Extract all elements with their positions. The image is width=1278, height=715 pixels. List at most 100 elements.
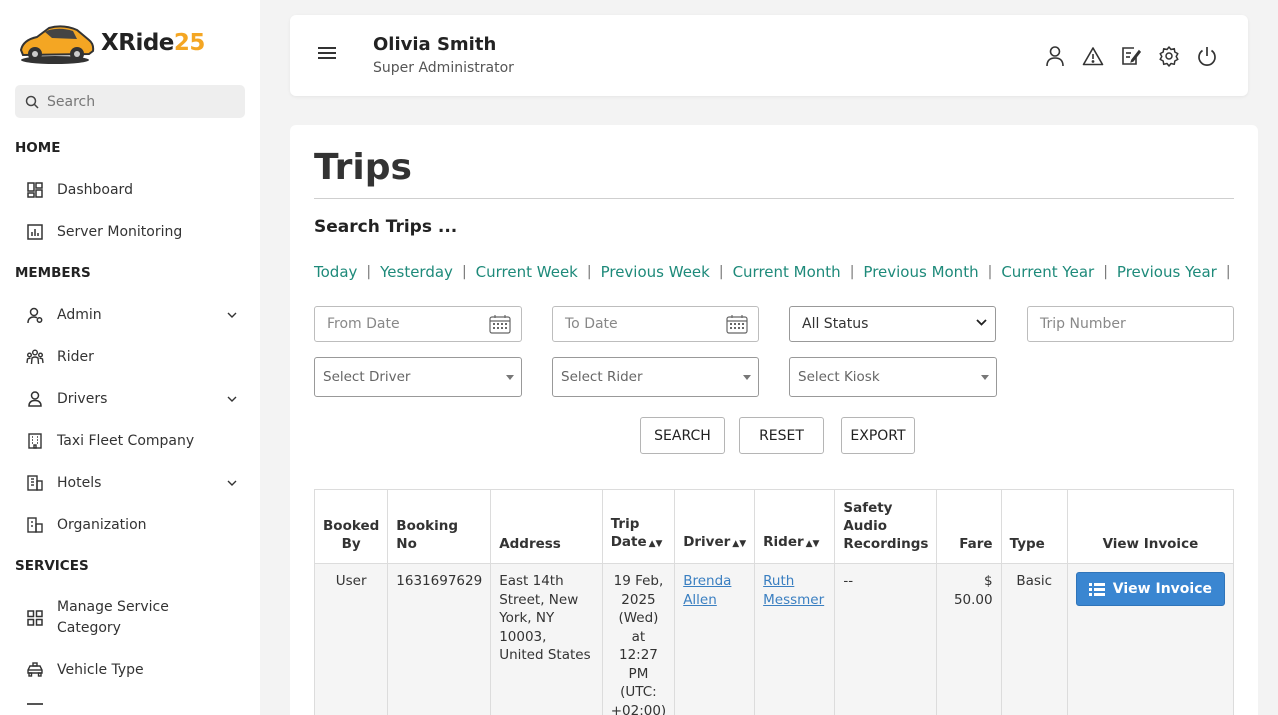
sidebar-item-label: Dashboard — [57, 182, 133, 198]
sort-icon[interactable]: ▲▼ — [649, 539, 663, 549]
driver-icon — [25, 389, 45, 409]
table-row: User 1631697629 East 14th Street, New Yo… — [313, 563, 1235, 715]
sidebar-search-input[interactable] — [47, 93, 227, 110]
col-safety-audio[interactable]: Safety Audio Recordings — [834, 489, 938, 564]
from-date-field[interactable]: From Date — [314, 306, 522, 342]
sidebar-item-vehicle-type[interactable]: Vehicle Type — [25, 660, 245, 680]
cell-safety-audio: -- — [834, 563, 938, 715]
col-type[interactable]: Type — [1000, 489, 1068, 564]
sidebar-item-rider[interactable]: Rider — [25, 347, 245, 367]
sidebar-item-admin[interactable]: Admin — [25, 305, 245, 325]
alert-icon[interactable] — [1082, 45, 1104, 67]
filter-today[interactable]: Today — [314, 263, 357, 281]
chevron-down-icon[interactable] — [227, 480, 237, 486]
filter-previous-year[interactable]: Previous Year — [1117, 263, 1217, 281]
reset-button[interactable]: RESET — [739, 417, 824, 454]
filter-current-month[interactable]: Current Month — [733, 263, 841, 281]
kiosk-select[interactable]: Select Kiosk — [789, 357, 997, 397]
filter-current-year[interactable]: Current Year — [1001, 263, 1094, 281]
view-invoice-button[interactable]: View Invoice — [1075, 572, 1225, 606]
sidebar-item-taxi-fleet-company[interactable]: Taxi Fleet Company — [25, 431, 245, 451]
driver-link[interactable]: Brenda Allen — [683, 573, 731, 608]
cell-fare: $ 50.00 — [936, 563, 1002, 715]
chart-icon — [25, 222, 45, 242]
trip-number-field[interactable]: Trip Number — [1027, 306, 1234, 342]
link-text: Messmer — [763, 591, 825, 608]
kiosk-placeholder: Select Kiosk — [798, 369, 880, 385]
page-title: Trips — [314, 147, 412, 188]
filter-current-week[interactable]: Current Week — [476, 263, 578, 281]
col-booking-no[interactable]: Booking No — [387, 489, 492, 564]
user-icon[interactable] — [1044, 45, 1066, 67]
cell-rider: Ruth Messmer — [754, 563, 836, 715]
car-logo-icon — [19, 25, 95, 64]
search-button[interactable]: SEARCH — [640, 417, 725, 454]
calendar-icon[interactable] — [489, 314, 511, 334]
to-date-field[interactable]: To Date — [552, 306, 759, 342]
rider-link[interactable]: Ruth Messmer — [763, 573, 824, 608]
filter-yesterday[interactable]: Yesterday — [380, 263, 453, 281]
brand-logo[interactable]: XRide25 — [15, 18, 205, 68]
sidebar-search[interactable] — [15, 85, 245, 118]
sort-icon[interactable]: ▲▼ — [732, 539, 746, 549]
calendar-icon[interactable] — [726, 314, 748, 334]
col-driver[interactable]: Driver ▲▼ — [674, 489, 756, 564]
col-trip-date[interactable]: Trip Date ▲▼ — [601, 489, 676, 564]
power-icon[interactable] — [1196, 45, 1218, 67]
col-address[interactable]: Address — [490, 489, 603, 564]
hamburger-menu-icon[interactable] — [318, 47, 336, 61]
separator: | — [461, 264, 467, 280]
sidebar-item-label: Rider — [57, 349, 94, 365]
sidebar: XRide25 HOME Dashboard Server Monitoring… — [0, 0, 260, 715]
rider-placeholder: Select Rider — [561, 369, 643, 385]
chevron-down-icon — [976, 319, 987, 326]
link-text: Allen — [683, 591, 717, 608]
separator: | — [1103, 264, 1108, 280]
trip-number-placeholder: Trip Number — [1040, 316, 1126, 332]
sidebar-item-server-monitoring[interactable]: Server Monitoring — [25, 222, 245, 242]
header-text: Type — [1009, 536, 1045, 552]
sidebar-item-manage-service-category[interactable]: Manage Service Category — [25, 597, 245, 639]
sort-icon[interactable]: ▲▼ — [806, 539, 820, 549]
sidebar-item-drivers[interactable]: Drivers — [25, 389, 245, 409]
sidebar-item-organization[interactable]: Organization — [25, 515, 245, 535]
grid-icon — [25, 608, 45, 628]
sidebar-item-label: Manage Service Category — [57, 597, 169, 639]
trips-card: Trips Search Trips ... Today | Yesterday |… — [290, 125, 1258, 715]
date-line: PM — [628, 665, 649, 682]
separator: | — [1225, 264, 1231, 280]
to-date-placeholder: To Date — [565, 316, 618, 332]
dropdown-arrow-icon — [743, 375, 751, 380]
driver-select[interactable]: Select Driver — [314, 357, 522, 397]
settings-icon[interactable] — [1158, 45, 1180, 67]
group-icon — [25, 347, 45, 367]
link-text: Ruth — [763, 573, 795, 589]
filter-previous-month[interactable]: Previous Month — [863, 263, 978, 281]
separator: | — [718, 264, 724, 280]
section-members: MEMBERS — [15, 265, 91, 281]
chevron-down-icon[interactable] — [227, 396, 237, 402]
col-rider[interactable]: Rider ▲▼ — [754, 489, 836, 564]
header-text: Booked — [323, 518, 380, 534]
separator: | — [366, 264, 372, 280]
user-role: Super Administrator — [373, 60, 514, 76]
date-line: 2025 — [621, 591, 656, 608]
status-select[interactable]: All Status — [789, 306, 996, 342]
sidebar-item-dashboard[interactable]: Dashboard — [25, 180, 245, 200]
admin-user-icon — [25, 305, 45, 325]
col-booked-by[interactable]: Booked By — [313, 489, 389, 564]
header-actions — [1044, 45, 1218, 67]
rider-select[interactable]: Select Rider — [552, 357, 759, 397]
col-view-invoice[interactable]: View Invoice — [1066, 489, 1235, 564]
export-button[interactable]: EXPORT — [841, 417, 915, 454]
sidebar-item-hotels[interactable]: Hotels — [25, 473, 245, 493]
chevron-down-icon[interactable] — [227, 312, 237, 318]
edit-icon[interactable] — [1120, 45, 1142, 67]
filter-previous-week[interactable]: Previous Week — [601, 263, 710, 281]
header-text: Trip — [610, 516, 640, 532]
label-line: Category — [57, 620, 121, 636]
col-fare[interactable]: Fare — [936, 489, 1002, 564]
driver-placeholder: Select Driver — [323, 369, 411, 385]
search-icon — [25, 95, 39, 109]
dropdown-arrow-icon — [506, 375, 514, 380]
